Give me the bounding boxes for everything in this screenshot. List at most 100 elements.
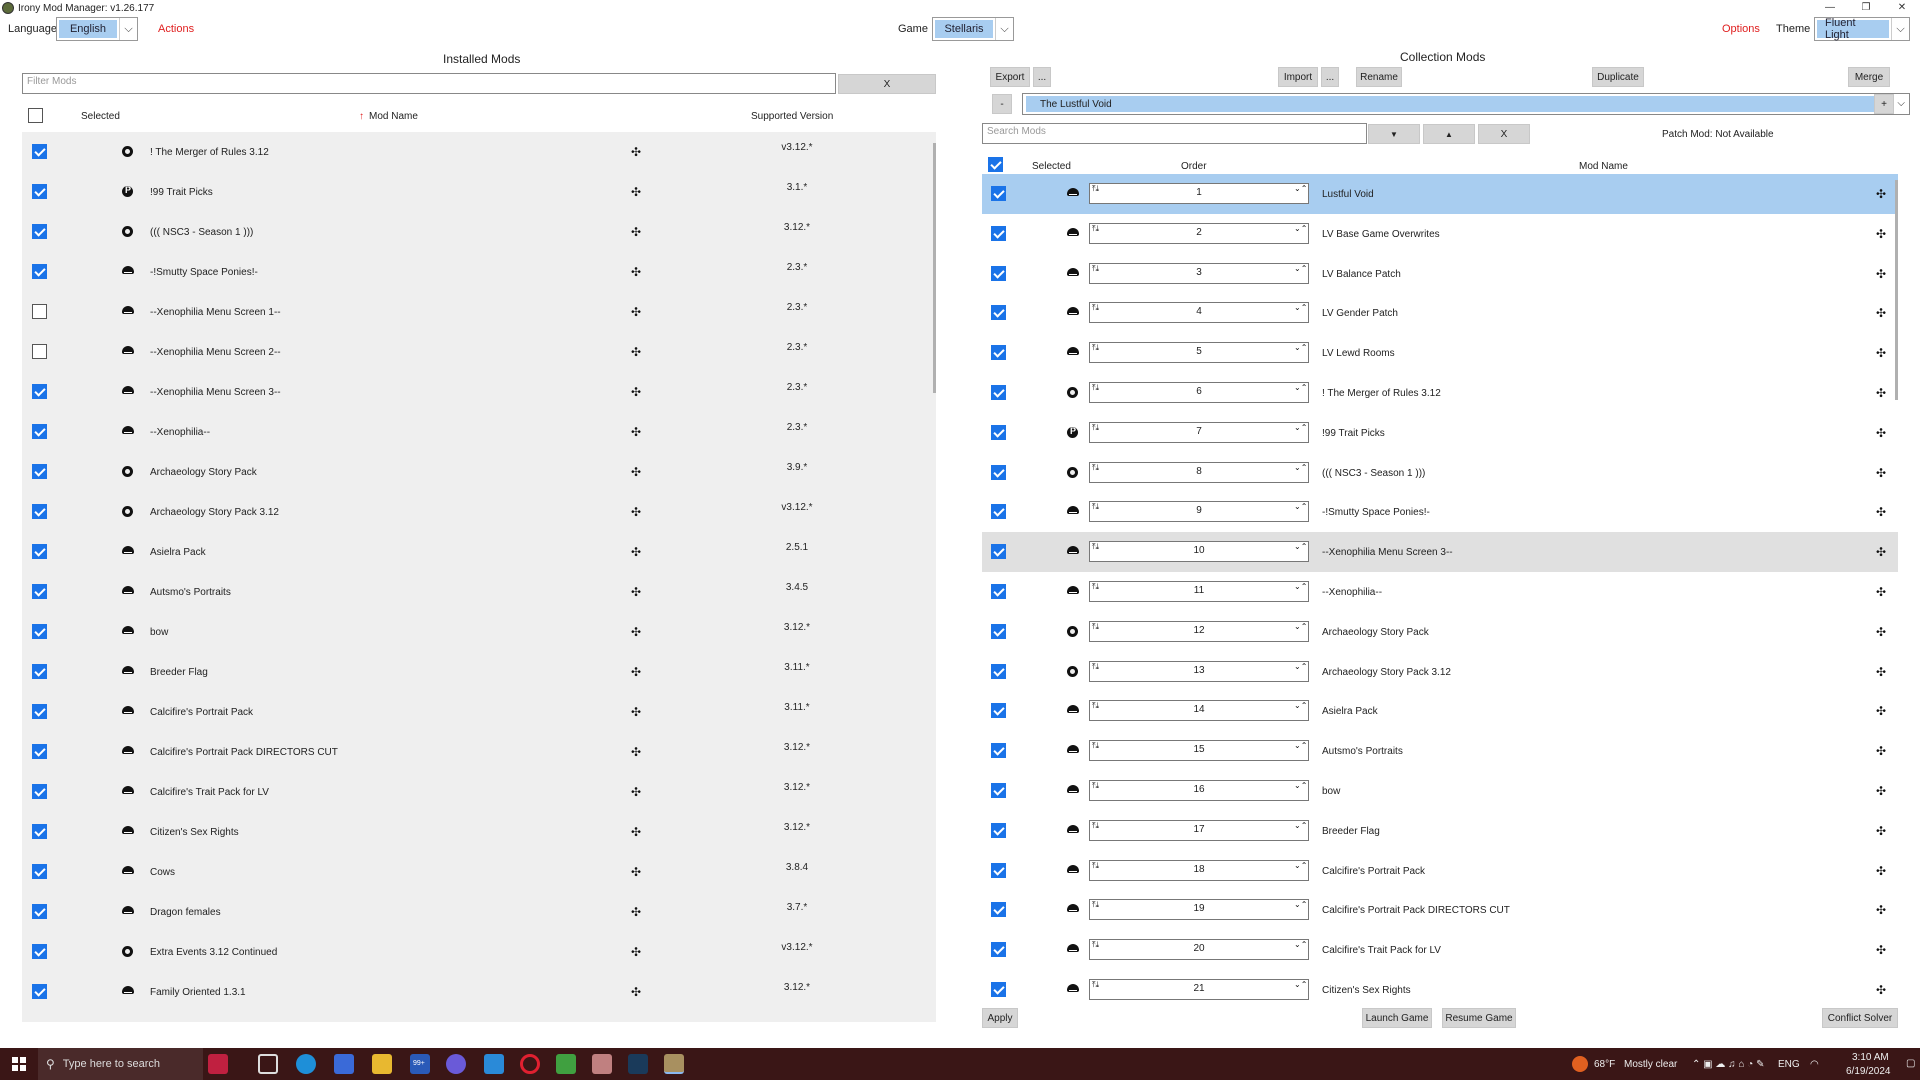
table-row[interactable]: ⤒⤓ 6 ⌄⌃ ! The Merger of Rules 3.12 ✣ — [982, 373, 1898, 413]
spin-arrows-icon[interactable]: ⌄⌃ — [1294, 184, 1307, 193]
order-stepper[interactable]: ⤒⤓ 14 ⌄⌃ — [1089, 700, 1309, 722]
table-row[interactable]: ⤒⤓ 4 ⌄⌃ LV Gender Patch ✣ — [982, 293, 1898, 333]
table-row[interactable]: Breeder Flag ✣ 3.11.* — [22, 652, 936, 692]
filter-mods-input[interactable]: Filter Mods — [22, 73, 836, 94]
table-row[interactable]: ⤒⤓ 2 ⌄⌃ LV Base Game Overwrites ✣ — [982, 214, 1898, 254]
app-icon[interactable] — [484, 1054, 504, 1074]
table-row[interactable]: --Xenophilia Menu Screen 1-- ✣ 2.3.* — [22, 292, 936, 332]
store-icon[interactable] — [334, 1054, 354, 1074]
steam-icon[interactable] — [628, 1054, 648, 1074]
table-row[interactable]: ⤒⤓ 18 ⌄⌃ Calcifire's Portrait Pack ✣ — [982, 851, 1898, 891]
table-row[interactable]: ⤒⤓ 19 ⌄⌃ Calcifire's Portrait Pack DIRECTOR… — [982, 890, 1898, 930]
table-row[interactable]: !99 Trait Picks ✣ 3.1.* — [22, 172, 936, 212]
spin-arrows-icon[interactable]: ⌄⌃ — [1294, 701, 1307, 710]
mod-checkbox[interactable] — [991, 345, 1006, 361]
order-stepper[interactable]: ⤒⤓ 16 ⌄⌃ — [1089, 780, 1309, 801]
clock-date[interactable]: 6/19/2024 — [1846, 1066, 1891, 1077]
move-top-bottom-icon[interactable]: ⤒⤓ — [1092, 384, 1102, 392]
spin-arrows-icon[interactable]: ⌄⌃ — [1294, 861, 1307, 870]
search-next-button[interactable]: ▼ — [1368, 124, 1420, 144]
table-row[interactable]: Calcifire's Portrait Pack ✣ 3.11.* — [22, 692, 936, 732]
table-row[interactable]: ⤒⤓ 10 ⌄⌃ --Xenophilia Menu Screen 3-- ✣ — [982, 532, 1898, 573]
maximize-button[interactable]: ❐ — [1848, 0, 1884, 16]
mod-checkbox[interactable] — [32, 424, 47, 439]
table-row[interactable]: Extra Events 3.12 Continued ✣ v3.12.* — [22, 932, 936, 972]
weather-icon[interactable] — [1572, 1056, 1588, 1072]
clock-time[interactable]: 3:10 AM — [1852, 1052, 1889, 1063]
spin-arrows-icon[interactable]: ⌄⌃ — [1294, 383, 1307, 392]
spin-arrows-icon[interactable]: ⌄⌃ — [1294, 821, 1307, 830]
order-stepper[interactable]: ⤒⤓ 21 ⌄⌃ — [1089, 979, 1309, 1000]
mod-checkbox[interactable] — [991, 623, 1006, 639]
mod-checkbox[interactable] — [32, 584, 47, 599]
collection-dropdown[interactable]: The Lustful Void ⌵ — [1022, 93, 1910, 115]
move-top-bottom-icon[interactable]: ⤒⤓ — [1092, 423, 1102, 432]
order-stepper[interactable]: ⤒⤓ 19 ⌄⌃ — [1089, 899, 1309, 921]
table-row[interactable]: Archaeology Story Pack ✣ 3.9.* — [22, 452, 936, 492]
table-row[interactable]: Asielra Pack ✣ 2.5.1 — [22, 532, 936, 572]
language-indicator[interactable]: ENG — [1778, 1059, 1800, 1070]
spin-arrows-icon[interactable]: ⌄⌃ — [1294, 622, 1307, 631]
add-collection-button[interactable]: + — [1874, 94, 1894, 114]
order-stepper[interactable]: ⤒⤓ 18 ⌄⌃ — [1089, 859, 1309, 881]
table-row[interactable]: bow ✣ 3.12.* — [22, 612, 936, 652]
table-row[interactable]: ⤒⤓ 8 ⌄⌃ ((( NSC3 - Season 1 ))) ✣ — [982, 453, 1898, 493]
actions-menu[interactable]: Actions — [158, 23, 194, 35]
move-top-bottom-icon[interactable]: ⤒⤓ — [1092, 861, 1102, 870]
table-row[interactable]: Autsmo's Portraits ✣ 3.4.5 — [22, 572, 936, 612]
column-header-supported-version[interactable]: Supported Version — [751, 111, 833, 122]
table-row[interactable]: ⤒⤓ 7 ⌄⌃ !99 Trait Picks ✣ — [982, 413, 1898, 453]
move-top-bottom-icon[interactable]: ⤒⤓ — [1092, 543, 1102, 551]
spin-arrows-icon[interactable]: ⌄⌃ — [1294, 502, 1307, 511]
table-row[interactable]: -!Smutty Space Ponies!- ✣ 2.3.* — [22, 252, 936, 292]
table-row[interactable]: --Xenophilia Menu Screen 3-- ✣ 2.3.* — [22, 372, 936, 412]
mod-checkbox[interactable] — [32, 704, 47, 719]
mod-checkbox[interactable] — [991, 265, 1006, 281]
move-top-bottom-icon[interactable]: ⤒⤓ — [1092, 224, 1102, 233]
remove-collection-button[interactable]: - — [992, 94, 1012, 114]
table-row[interactable]: ⤒⤓ 3 ⌄⌃ LV Balance Patch ✣ — [982, 254, 1898, 294]
spin-arrows-icon[interactable]: ⌄⌃ — [1294, 303, 1307, 312]
minimize-button[interactable]: — — [1812, 0, 1848, 16]
mod-checkbox[interactable] — [32, 904, 47, 919]
table-row[interactable]: Citizen's Sex Rights ✣ 3.12.* — [22, 812, 936, 852]
spin-arrows-icon[interactable]: ⌄⌃ — [1294, 264, 1307, 273]
move-top-bottom-icon[interactable]: ⤒⤓ — [1092, 185, 1102, 193]
notepad-icon[interactable] — [556, 1054, 576, 1074]
table-row[interactable]: Family Oriented 1.3.1 ✣ 3.12.* — [22, 972, 936, 1012]
mod-checkbox[interactable] — [32, 144, 47, 159]
move-top-bottom-icon[interactable]: ⤒⤓ — [1092, 264, 1102, 273]
move-top-bottom-icon[interactable]: ⤒⤓ — [1092, 622, 1102, 631]
table-row[interactable]: ⤒⤓ 9 ⌄⌃ -!Smutty Space Ponies!- ✣ — [982, 492, 1898, 532]
table-row[interactable]: ⤒⤓ 11 ⌄⌃ --Xenophilia-- ✣ — [982, 572, 1898, 612]
table-row[interactable]: ((( NSC3 - Season 1 ))) ✣ 3.12.* — [22, 212, 936, 252]
mod-checkbox[interactable] — [991, 424, 1006, 440]
table-row[interactable]: ⤒⤓ 16 ⌄⌃ bow ✣ — [982, 771, 1898, 811]
mail-icon[interactable]: 99+ — [410, 1054, 430, 1074]
mod-checkbox[interactable] — [32, 464, 47, 479]
mod-checkbox[interactable] — [991, 783, 1006, 798]
column-header-selected[interactable]: Selected — [81, 111, 120, 122]
language-dropdown[interactable]: English ⌵ — [56, 17, 138, 41]
task-view-icon[interactable] — [258, 1054, 278, 1074]
order-stepper[interactable]: ⤒⤓ 8 ⌄⌃ — [1089, 461, 1309, 483]
select-all-checkbox[interactable] — [28, 108, 43, 123]
file-explorer-icon[interactable] — [372, 1054, 392, 1074]
order-stepper[interactable]: ⤒⤓ 1 ⌄⌃ — [1089, 183, 1309, 204]
clear-search-button[interactable]: X — [1478, 124, 1530, 144]
mod-checkbox[interactable] — [991, 504, 1006, 520]
spin-arrows-icon[interactable]: ⌄⌃ — [1294, 781, 1307, 790]
table-row[interactable]: Archaeology Story Pack 3.12 ✣ v3.12.* — [22, 492, 936, 532]
move-top-bottom-icon[interactable]: ⤒⤓ — [1092, 463, 1102, 472]
launch-game-button[interactable]: Launch Game — [1362, 1008, 1432, 1028]
mod-checkbox[interactable] — [32, 624, 47, 639]
mod-checkbox[interactable] — [991, 305, 1006, 321]
column-header-selected[interactable]: Selected — [1032, 161, 1071, 172]
spin-arrows-icon[interactable]: ⌄⌃ — [1294, 224, 1307, 233]
mod-checkbox[interactable] — [991, 982, 1006, 997]
mod-checkbox[interactable] — [991, 822, 1006, 838]
mod-checkbox[interactable] — [32, 384, 47, 399]
order-stepper[interactable]: ⤒⤓ 5 ⌄⌃ — [1089, 342, 1309, 364]
mod-checkbox[interactable] — [32, 544, 47, 559]
order-stepper[interactable]: ⤒⤓ 11 ⌄⌃ — [1089, 581, 1309, 602]
